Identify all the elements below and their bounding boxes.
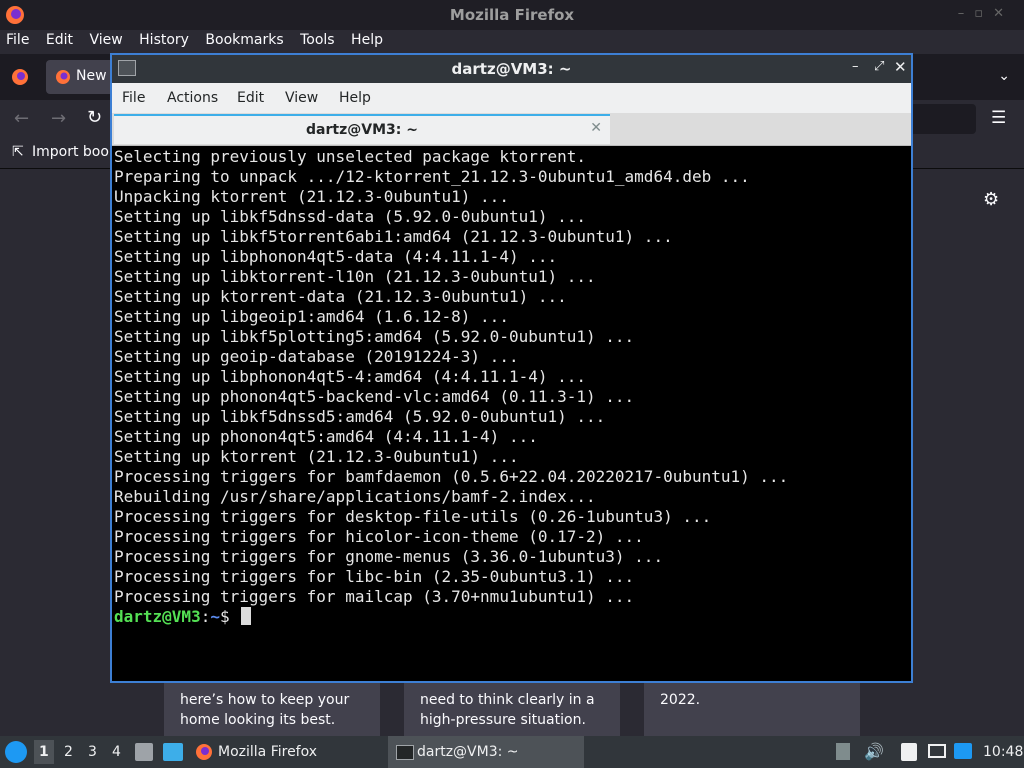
output-line: Setting up libktorrent-l10n (21.12.3-0ub…	[114, 267, 596, 286]
firefox-task-icon	[196, 744, 212, 760]
show-desktop-icon[interactable]	[163, 743, 183, 761]
terminal-output[interactable]: Selecting previously unselected package …	[114, 147, 909, 681]
ff-menu-bookmarks[interactable]: Bookmarks	[205, 30, 283, 48]
output-line: Selecting previously unselected package …	[114, 147, 587, 166]
tab-favicon-icon	[56, 70, 70, 84]
output-line: Setting up phonon4qt5-backend-vlc:amd64 …	[114, 387, 635, 406]
output-line: Setting up ktorrent-data (21.12.3-0ubunt…	[114, 287, 567, 306]
output-line: Rebuilding /usr/share/applications/bamf-…	[114, 487, 596, 506]
ff-menu-history[interactable]: History	[139, 30, 189, 48]
task-firefox[interactable]: Mozilla Firefox	[190, 736, 385, 768]
output-line: Processing triggers for desktop-file-uti…	[114, 507, 712, 526]
ff-menu-file[interactable]: File	[6, 30, 29, 48]
reload-icon[interactable]: ↻	[87, 107, 102, 128]
ff-menu-tools[interactable]: Tools	[300, 30, 335, 48]
term-menu-file[interactable]: File	[122, 90, 145, 106]
ff-menu-view[interactable]: View	[89, 30, 122, 48]
terminal-window: dartz@VM3: ~ – ⤢ ✕ File Actions Edit Vie…	[110, 53, 913, 683]
story-card-text: here’s how to keep your home looking its…	[180, 692, 350, 728]
display-icon[interactable]	[928, 744, 946, 758]
output-line: Setting up phonon4qt5:amd64 (4:4.11.1-4)…	[114, 427, 538, 446]
output-line: Unpacking ktorrent (21.12.3-0ubuntu1) ..…	[114, 187, 509, 206]
tab-list-chevron-icon[interactable]: ⌄	[998, 68, 1010, 84]
ff-menu-edit[interactable]: Edit	[46, 30, 73, 48]
forward-arrow-icon[interactable]: →	[51, 108, 66, 129]
output-line: Preparing to unpack .../12-ktorrent_21.1…	[114, 167, 750, 186]
menu-hamburger-icon[interactable]: ☰	[991, 108, 1006, 128]
terminal-tab-label: dartz@VM3: ~	[306, 122, 418, 138]
import-bookmarks-link[interactable]: Import book	[32, 144, 117, 160]
output-line: Setting up libkf5plotting5:amd64 (5.92.0…	[114, 327, 635, 346]
story-card[interactable]: need to think clearly in a high-pressure…	[404, 674, 620, 736]
clipboard-icon[interactable]	[901, 743, 917, 761]
output-line: Processing triggers for bamfdaemon (0.5.…	[114, 467, 789, 486]
ff-menu-help[interactable]: Help	[351, 30, 383, 48]
terminal-tabbar: dartz@VM3: ~ ✕	[112, 113, 911, 146]
workspace-2[interactable]: 2	[64, 744, 73, 760]
tray-expander-icon[interactable]	[836, 743, 850, 760]
network-icon[interactable]	[954, 743, 972, 759]
term-menu-edit[interactable]: Edit	[237, 90, 264, 106]
terminal-cursor	[241, 607, 252, 625]
tab-label: New	[76, 68, 107, 84]
output-line: Setting up libphonon4qt5-data (4:4.11.1-…	[114, 247, 558, 266]
output-line: Setting up libkf5torrent6abi1:amd64 (21.…	[114, 227, 673, 246]
prompt-symbol: $	[219, 607, 230, 626]
terminal-titlebar[interactable]: dartz@VM3: ~ – ⤢ ✕	[112, 55, 911, 83]
file-manager-icon[interactable]	[135, 743, 153, 761]
import-bookmarks-icon: ⇱	[12, 144, 24, 160]
firefox-window-title: Mozilla Firefox	[449, 6, 575, 24]
output-line: Setting up libphonon4qt5-4:amd64 (4:4.11…	[114, 367, 587, 386]
maximize-icon[interactable]: ⤢	[874, 59, 884, 74]
output-line: Processing triggers for hicolor-icon-the…	[114, 527, 644, 546]
output-line: Setting up libkf5dnssd5:amd64 (5.92.0-0u…	[114, 407, 606, 426]
back-arrow-icon[interactable]: ←	[14, 108, 29, 129]
terminal-window-title: dartz@VM3: ~	[451, 60, 572, 78]
term-menu-view[interactable]: View	[285, 90, 318, 106]
minimize-icon[interactable]: –	[852, 59, 859, 74]
close-icon[interactable]: ✕	[894, 58, 907, 76]
output-line: Setting up ktorrent (21.12.3-0ubuntu1) .…	[114, 447, 519, 466]
firefox-menubar: File Edit View History Bookmarks Tools H…	[0, 30, 1024, 54]
story-card[interactable]: 2022.	[644, 674, 860, 736]
taskbar: 1 2 3 4 Mozilla Firefox dartz@VM3: ~ 🔊 1…	[0, 736, 1024, 768]
workspace-1[interactable]: 1	[39, 744, 49, 760]
terminal-tab[interactable]: dartz@VM3: ~ ✕	[114, 114, 610, 144]
workspace-4[interactable]: 4	[112, 744, 121, 760]
firefox-window-controls[interactable]: –▫✕	[958, 6, 1014, 21]
terminal-menubar: File Actions Edit View Help	[112, 83, 911, 113]
prompt-line: dartz@VM3:~$	[114, 607, 909, 627]
prompt-path: ~	[210, 607, 220, 626]
task-firefox-label: Mozilla Firefox	[218, 744, 318, 760]
output-line: Setting up libgeoip1:amd64 (1.6.12-8) ..…	[114, 307, 509, 326]
output-line: Processing triggers for libc-bin (2.35-0…	[114, 567, 635, 586]
story-card-text: need to think clearly in a high-pressure…	[420, 692, 595, 728]
story-card[interactable]: here’s how to keep your home looking its…	[164, 674, 380, 736]
task-terminal[interactable]: dartz@VM3: ~	[388, 736, 584, 768]
prompt-separator: :	[200, 607, 211, 626]
terminal-task-icon	[396, 745, 414, 760]
task-terminal-label: dartz@VM3: ~	[417, 744, 519, 760]
settings-gear-icon[interactable]: ⚙	[983, 189, 999, 210]
output-line: Processing triggers for gnome-menus (3.3…	[114, 547, 664, 566]
output-line: Setting up libkf5dnssd-data (5.92.0-0ubu…	[114, 207, 587, 226]
firefox-titlebar: Mozilla Firefox –▫✕	[0, 0, 1024, 30]
term-menu-help[interactable]: Help	[339, 90, 371, 106]
prompt-user: dartz@VM3	[114, 607, 201, 626]
tab-close-icon[interactable]: ✕	[590, 120, 602, 136]
firefox-view-icon[interactable]	[11, 68, 29, 86]
volume-icon[interactable]: 🔊	[864, 742, 884, 761]
output-line: Setting up geoip-database (20191224-3) .…	[114, 347, 519, 366]
firefox-tab[interactable]: New	[46, 60, 116, 94]
term-menu-actions[interactable]: Actions	[167, 90, 218, 106]
output-lines: Selecting previously unselected package …	[114, 147, 909, 607]
clock[interactable]: 10:48	[983, 744, 1023, 760]
output-line: Processing triggers for mailcap (3.70+nm…	[114, 587, 635, 606]
app-launcher-icon[interactable]	[5, 741, 27, 763]
url-bar[interactable]	[910, 104, 976, 134]
workspace-3[interactable]: 3	[88, 744, 97, 760]
story-card-text: 2022.	[660, 692, 701, 708]
